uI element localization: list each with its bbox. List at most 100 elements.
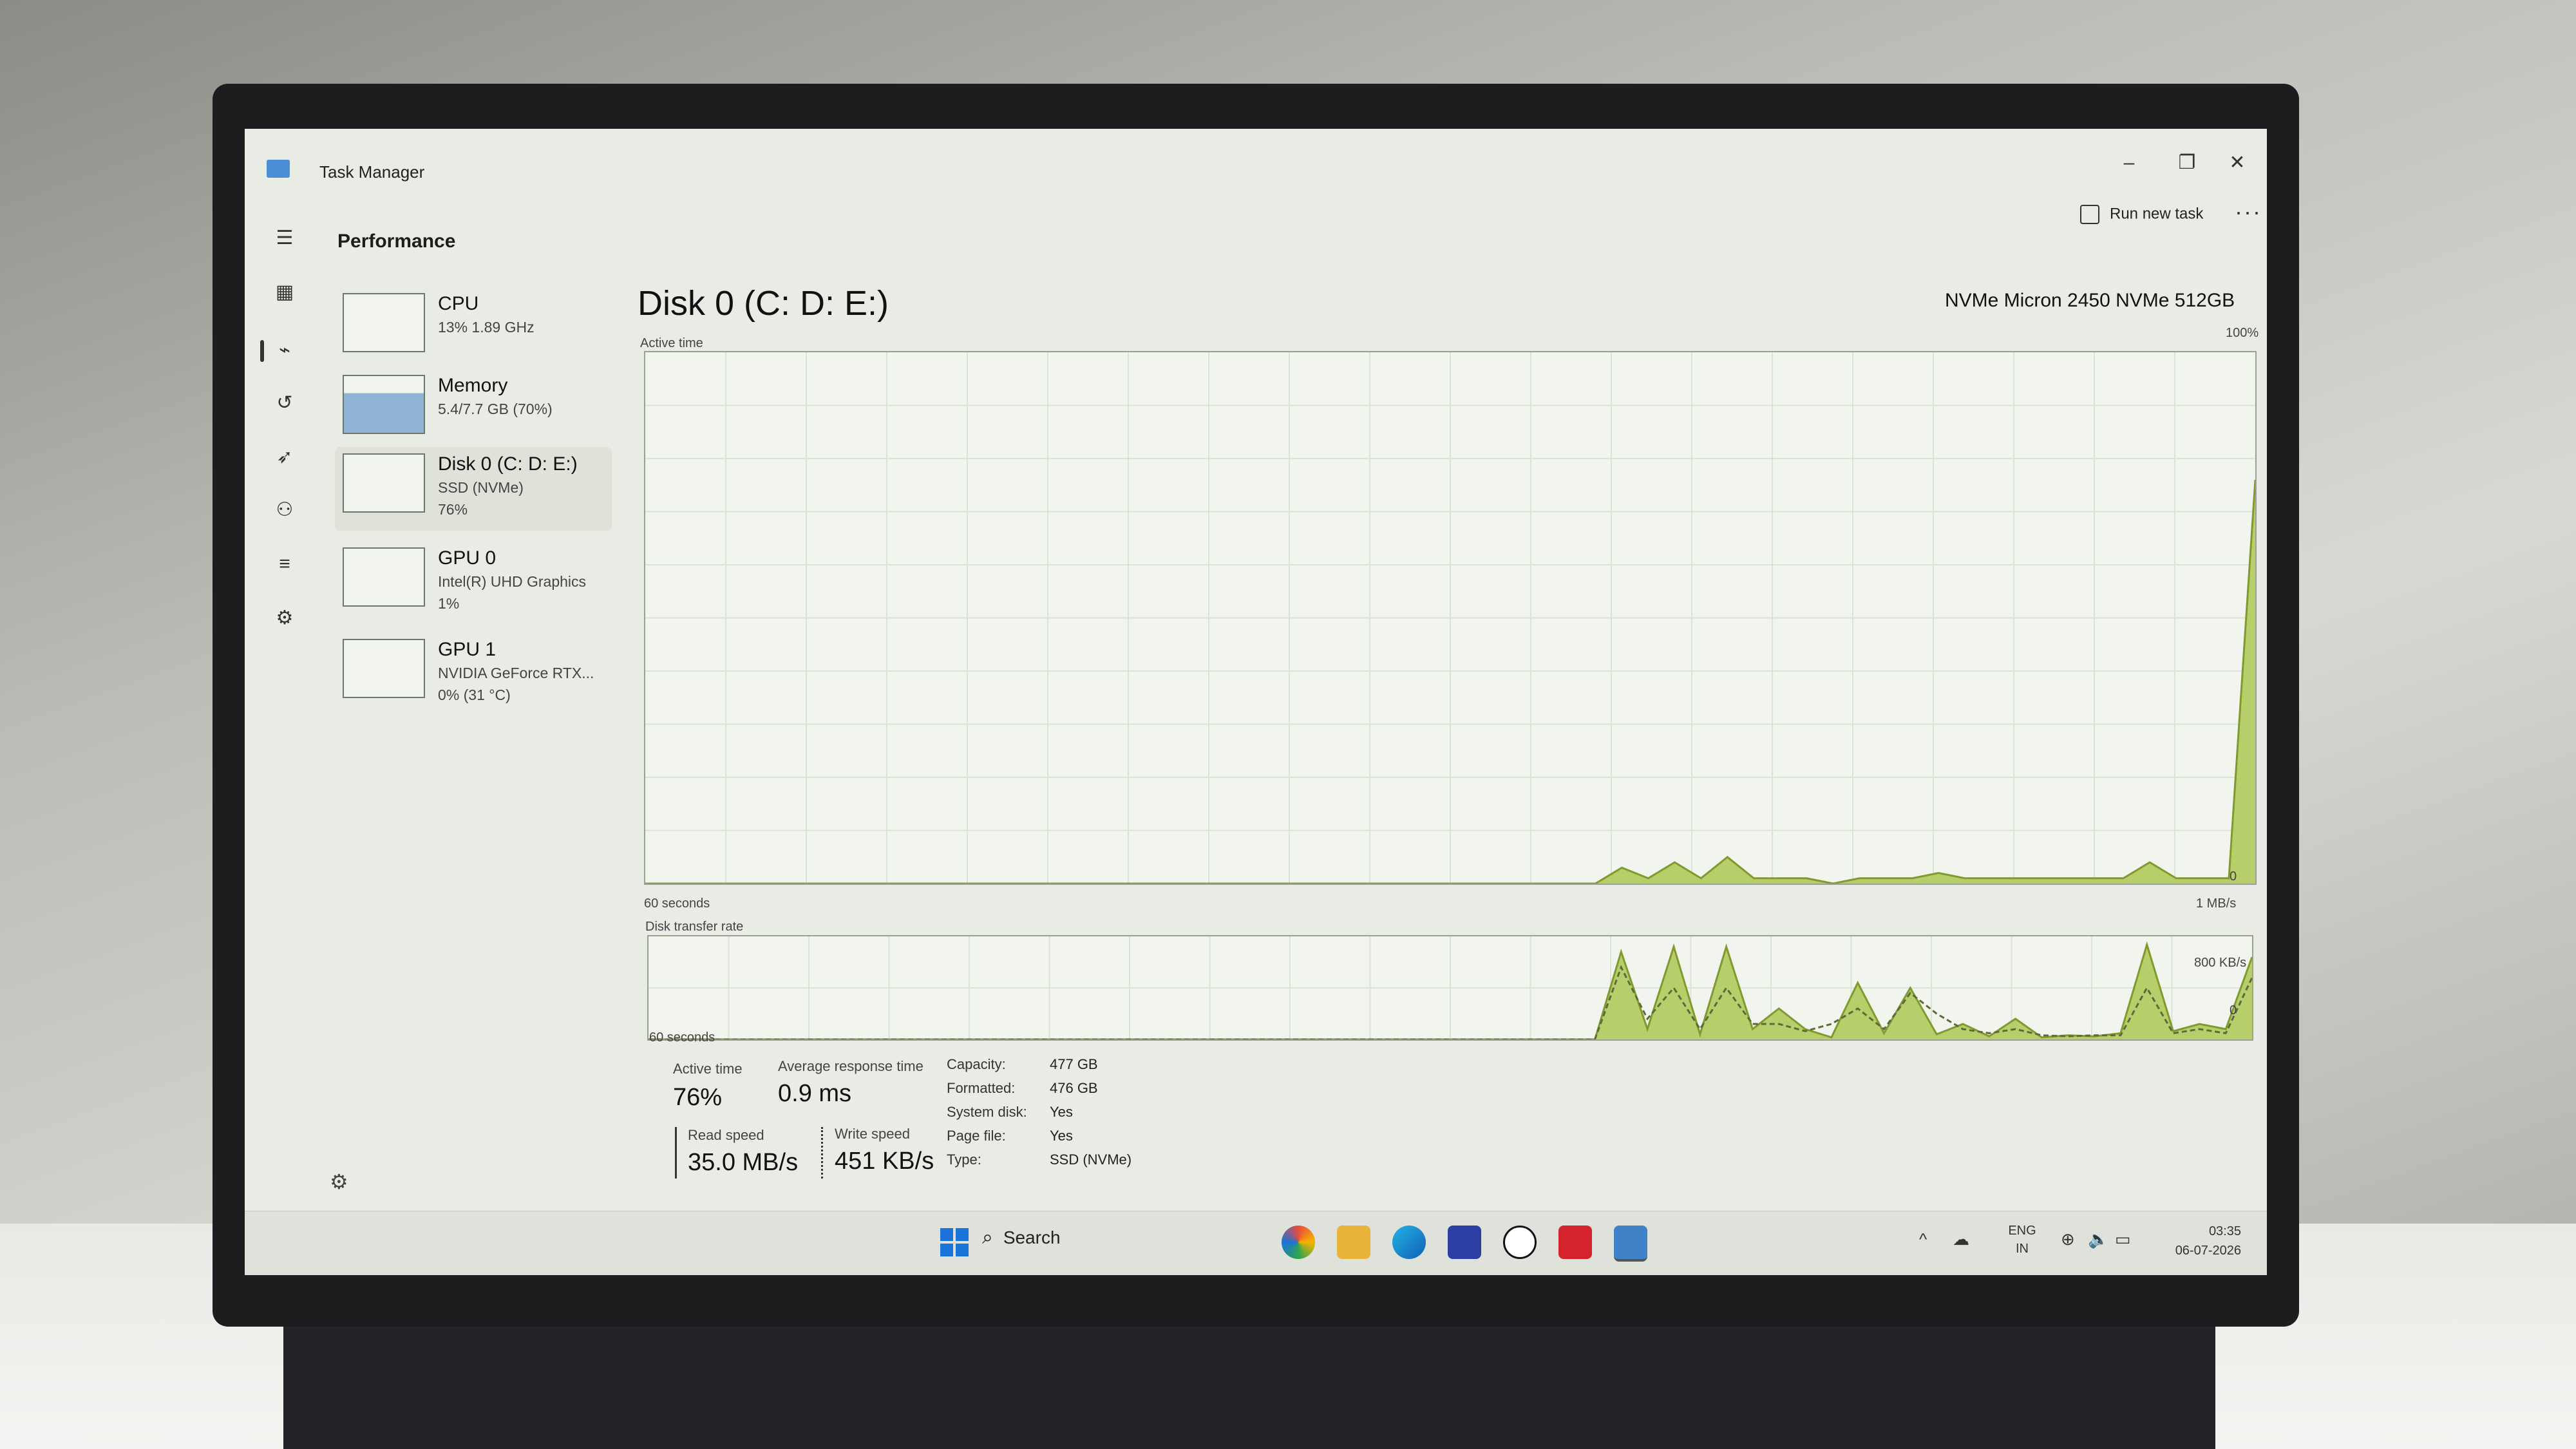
prop-value: Yes — [1050, 1128, 1073, 1144]
start-button[interactable] — [938, 1226, 971, 1259]
run-task-icon — [2080, 205, 2099, 224]
device-name: GPU 1 — [438, 639, 497, 660]
graph2-min: 0 — [2230, 1003, 2237, 1018]
task-manager-taskbar-icon[interactable] — [1614, 1226, 1647, 1262]
device-sub: Intel(R) UHD Graphics — [438, 573, 587, 590]
volume-icon[interactable]: 🔈 — [2088, 1229, 2108, 1249]
run-new-task-label: Run new task — [2110, 205, 2204, 223]
disk-model: NVMe Micron 2450 NVMe 512GB — [1945, 290, 2235, 311]
laptop-hinge — [283, 1327, 2215, 1449]
hamburger-menu-icon[interactable]: ☰ — [270, 224, 299, 252]
cpu-thumbnail — [343, 293, 425, 352]
device-sub: 5.4/7.7 GB (70%) — [438, 401, 553, 417]
details-icon[interactable]: ≡ — [270, 550, 299, 578]
device-disk0[interactable]: Disk 0 (C: D: E:) SSD (NVMe) 76% — [335, 447, 612, 531]
avg-response-label: Average response time — [778, 1058, 923, 1074]
mcafee-icon[interactable] — [1558, 1226, 1592, 1259]
device-name: CPU — [438, 293, 479, 314]
disk-thumbnail — [343, 453, 425, 513]
settings-icon[interactable]: ⚙ — [330, 1170, 348, 1194]
performance-icon[interactable]: ⌁ — [270, 336, 299, 365]
device-name: GPU 0 — [438, 547, 497, 569]
read-speed-label: Read speed — [688, 1127, 764, 1143]
active-time-chart — [645, 352, 2255, 884]
prop-key: Page file: — [947, 1128, 1006, 1144]
page-title: Performance — [337, 231, 456, 252]
graph2-label: Disk transfer rate — [645, 920, 744, 934]
device-gpu0[interactable]: GPU 0 Intel(R) UHD Graphics 1% — [335, 541, 612, 625]
clock[interactable]: 03:35 06-07-2026 — [2151, 1222, 2241, 1260]
prop-value: 477 GB — [1050, 1056, 1098, 1072]
task-manager-icon — [267, 160, 290, 178]
processes-icon[interactable]: ▦ — [270, 278, 299, 307]
services-icon[interactable]: ⚙ — [270, 604, 299, 632]
lang-region: IN — [2016, 1242, 2029, 1256]
title-bar: Task Manager – ❐ ✕ — [245, 129, 2267, 206]
copilot-icon[interactable] — [1282, 1226, 1315, 1259]
memory-thumbnail — [343, 375, 425, 434]
minimize-button[interactable]: – — [2099, 140, 2159, 185]
window-title: Task Manager — [319, 162, 425, 182]
write-speed-value: 451 KB/s — [835, 1148, 934, 1175]
graph1-label: Active time — [640, 336, 703, 350]
device-sub: 13% 1.89 GHz — [438, 319, 535, 336]
avg-response-value: 0.9 ms — [778, 1080, 852, 1107]
microsoft-store-icon[interactable] — [1448, 1226, 1481, 1259]
active-time-graph — [644, 351, 2257, 885]
dell-icon[interactable] — [1503, 1226, 1537, 1259]
prop-value: Yes — [1050, 1104, 1073, 1120]
disk-title: Disk 0 (C: D: E:) — [638, 284, 889, 323]
clock-time: 03:35 — [2208, 1224, 2241, 1238]
taskbar-search[interactable]: ⌕ Search — [982, 1227, 1061, 1249]
search-icon: ⌕ — [982, 1227, 993, 1248]
device-name: Memory — [438, 375, 508, 396]
active-time-label: Active time — [673, 1061, 743, 1077]
clock-date: 06-07-2026 — [2175, 1244, 2241, 1258]
edge-browser-icon[interactable] — [1392, 1226, 1426, 1259]
language-indicator[interactable]: ENG IN — [1996, 1222, 2048, 1258]
graph1-xlabel: 60 seconds — [644, 896, 710, 911]
graph2-inner-label: 800 KB/s — [2194, 956, 2247, 970]
active-time-value: 76% — [673, 1084, 723, 1111]
prop-key: Formatted: — [947, 1080, 1016, 1096]
device-sub2: 0% (31 °C) — [438, 687, 511, 703]
show-hidden-icons[interactable]: ^ — [1919, 1229, 1927, 1249]
users-icon[interactable]: ⚇ — [270, 496, 299, 524]
read-speed-value: 35.0 MB/s — [688, 1149, 799, 1176]
startup-apps-icon[interactable]: ➶ — [270, 443, 299, 471]
screen: Task Manager – ❐ ✕ ☰ ▦ ⌁ ↺ ➶ ⚇ ≡ ⚙ ⚙ Per… — [245, 129, 2267, 1275]
search-label: Search — [1003, 1227, 1061, 1247]
prop-key: Capacity: — [947, 1056, 1006, 1072]
graph1-min: 0 — [2230, 869, 2237, 884]
graph1-max: 100% — [2226, 326, 2259, 340]
graph1-right-label: 1 MB/s — [2196, 896, 2237, 911]
device-sub: NVIDIA GeForce RTX... — [438, 665, 594, 681]
graph2-xlabel: 60 seconds — [649, 1030, 715, 1045]
prop-value: SSD (NVMe) — [1050, 1151, 1132, 1168]
prop-key: System disk: — [947, 1104, 1027, 1120]
transfer-rate-graph: 800 KB/s — [647, 935, 2253, 1041]
file-explorer-icon[interactable] — [1337, 1226, 1370, 1259]
device-cpu[interactable]: CPU 13% 1.89 GHz — [335, 287, 612, 370]
run-new-task-button[interactable]: Run new task — [2080, 205, 2203, 224]
lang-primary: ENG — [2008, 1224, 2036, 1238]
more-options-button[interactable]: ··· — [2235, 198, 2262, 225]
battery-icon[interactable]: ▭ — [2115, 1229, 2131, 1249]
app-history-icon[interactable]: ↺ — [270, 389, 299, 417]
windows-logo-icon — [940, 1228, 969, 1256]
taskbar: ⌕ Search ^ ☁ ENG IN ⊕ 🔈 ▭ 03:35 06-07-202… — [245, 1211, 2267, 1275]
prop-key: Type: — [947, 1151, 981, 1168]
read-speed-marker — [675, 1127, 677, 1179]
transfer-rate-chart — [649, 936, 2252, 1039]
network-icon[interactable]: ⊕ — [2061, 1229, 2075, 1249]
device-gpu1[interactable]: GPU 1 NVIDIA GeForce RTX... 0% (31 °C) — [335, 632, 612, 716]
device-sub2: 76% — [438, 501, 468, 518]
device-name: Disk 0 (C: D: E:) — [438, 453, 578, 475]
device-memory[interactable]: Memory 5.4/7.7 GB (70%) — [335, 368, 612, 452]
prop-value: 476 GB — [1050, 1080, 1098, 1096]
gpu0-thumbnail — [343, 547, 425, 607]
write-speed-label: Write speed — [835, 1126, 910, 1142]
cloud-icon[interactable]: ☁ — [1953, 1229, 1969, 1249]
selected-indicator — [260, 340, 264, 362]
close-button[interactable]: ✕ — [2208, 140, 2267, 185]
